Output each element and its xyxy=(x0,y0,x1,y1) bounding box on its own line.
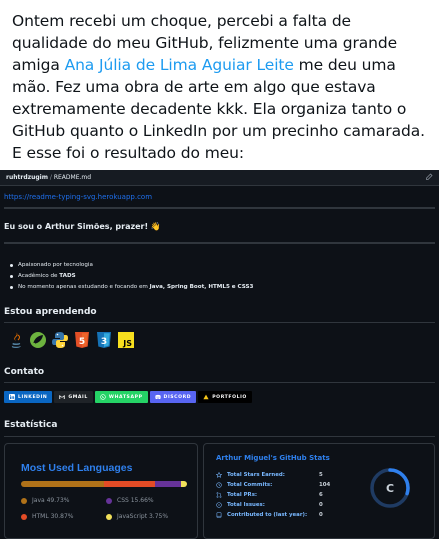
portfolio-icon xyxy=(203,394,209,400)
clock-icon xyxy=(216,482,222,488)
whatsapp-badge[interactable]: WHATSAPP xyxy=(94,391,148,403)
linkedin-icon xyxy=(9,394,15,400)
linkedin-label: LINKEDIN xyxy=(18,394,48,400)
portfolio-badge[interactable]: PORTFOLIO xyxy=(198,391,252,403)
discord-badge[interactable]: DISCORD xyxy=(149,391,197,403)
languages-card-title: Most Used Languages xyxy=(21,462,133,474)
language-item-javascript: JavaScript 3.75% xyxy=(106,513,191,520)
language-dot xyxy=(21,497,27,504)
stat-value: 5 xyxy=(319,472,323,478)
heading-contact-underline xyxy=(4,382,435,383)
stat-label: Contributed to (last year): xyxy=(227,512,308,518)
mention-link[interactable]: Ana Júlia de Lima Aguiar Leite xyxy=(65,56,294,74)
readme-screenshot: ruhtrdzugim / README.md https://readme-t… xyxy=(0,170,439,539)
github-stats-card: Arthur Miguel's GitHub Stats Total Stars… xyxy=(203,443,435,539)
github-stats-list: Total Stars Earned: 5 Total Commits: 104… xyxy=(216,470,330,520)
stat-row-contributed: Contributed to (last year): 0 xyxy=(216,510,330,520)
language-label: HTML 30.87% xyxy=(32,513,74,520)
stat-row-commits: Total Commits: 104 xyxy=(216,480,330,490)
stat-row-prs: Total PRs: 6 xyxy=(216,490,330,500)
about-item-text: Acadêmico de xyxy=(18,273,60,279)
post-text: Ontem recebi um choque, percebi a falta … xyxy=(12,10,427,164)
css3-icon: 3 xyxy=(95,331,113,349)
rank-letter: C xyxy=(386,482,394,495)
html5-icon: 5 xyxy=(73,331,91,349)
language-label: JavaScript 3.75% xyxy=(117,513,169,520)
svg-text:3: 3 xyxy=(101,337,107,347)
discord-icon xyxy=(154,394,161,400)
pull-request-icon xyxy=(216,492,222,498)
about-item-text: No momento apenas estudando e focando em xyxy=(18,284,150,290)
post-body: Ontem recebi um choque, percebi a falta … xyxy=(0,0,439,170)
stat-row-issues: Total Issues: 0 xyxy=(216,500,330,510)
language-bar-segment-java xyxy=(21,481,104,487)
tech-icons-row: 5 3 JS xyxy=(7,330,135,350)
python-icon xyxy=(51,331,69,349)
about-list: Apaixonado por tecnologia Acadêmico de T… xyxy=(10,260,253,293)
language-bar-segment-javascript xyxy=(180,481,187,487)
language-item-html: HTML 30.87% xyxy=(21,513,106,520)
language-dot xyxy=(21,513,27,520)
language-bar-segment-html xyxy=(103,481,155,487)
whatsapp-label: WHATSAPP xyxy=(108,394,143,400)
stat-value: 0 xyxy=(319,502,323,508)
gmail-label: GMAIL xyxy=(68,394,88,400)
about-item-bold: Java, Spring Boot, HTML5 e CSS3 xyxy=(149,284,254,290)
languages-progress-bar xyxy=(21,481,187,487)
language-dot xyxy=(106,513,112,520)
language-item-java: Java 49.73% xyxy=(21,497,106,504)
languages-legend: Java 49.73% CSS 15.66% HTML 30.87% JavaS… xyxy=(21,497,191,520)
heading-contact: Contato xyxy=(4,367,45,377)
discord-label: DISCORD xyxy=(163,394,192,400)
about-item-1: Apaixonado por tecnologia xyxy=(10,260,253,271)
intro-heading: Eu sou o Arthur Simões, prazer! 👋 xyxy=(4,222,161,231)
gmail-icon xyxy=(59,394,66,400)
breadcrumb-user[interactable]: ruhtrdzugim xyxy=(6,174,48,181)
about-item-3: No momento apenas estudando e focando em… xyxy=(10,282,253,293)
language-dot xyxy=(106,497,112,504)
stat-label: Total PRs: xyxy=(227,492,258,498)
heading-learning-underline xyxy=(4,322,435,323)
linkedin-badge[interactable]: LINKEDIN xyxy=(4,391,53,403)
github-stats-title: Arthur Miguel's GitHub Stats xyxy=(216,454,330,462)
breadcrumb-file: README.md xyxy=(53,174,92,181)
stat-label: Total Issues: xyxy=(227,502,265,508)
svg-text:JS: JS xyxy=(122,339,132,348)
spring-icon xyxy=(29,331,47,349)
stat-value: 6 xyxy=(319,492,323,498)
edit-pencil-icon[interactable] xyxy=(425,173,433,181)
portfolio-label: PORTFOLIO xyxy=(212,394,247,400)
language-label: Java 49.73% xyxy=(32,497,70,504)
java-icon xyxy=(7,331,25,349)
divider-top xyxy=(4,207,435,209)
about-item-2: Acadêmico de TADS xyxy=(10,271,253,282)
typing-svg-link[interactable]: https://readme-typing-svg.herokuapp.com xyxy=(4,193,152,201)
stat-row-stars: Total Stars Earned: 5 xyxy=(216,470,330,480)
issue-icon xyxy=(216,502,222,508)
stat-label: Total Commits: xyxy=(227,482,273,488)
contact-badges: LINKEDIN GMAIL WHATSAPP DISCORD PORTFOLI… xyxy=(4,391,252,403)
language-item-css: CSS 15.66% xyxy=(106,497,191,504)
heading-stats: Estatística xyxy=(4,420,58,430)
rank-circle: C xyxy=(370,468,410,508)
file-header: ruhtrdzugim / README.md xyxy=(0,170,439,186)
languages-card: Most Used Languages Java 49.73% CSS 15.6… xyxy=(4,443,198,539)
stat-value: 0 xyxy=(319,512,323,518)
javascript-icon: JS xyxy=(117,331,135,349)
gmail-badge[interactable]: GMAIL xyxy=(54,391,93,403)
whatsapp-icon xyxy=(100,394,106,400)
stat-value: 104 xyxy=(319,482,331,488)
language-bar-segment-css xyxy=(154,481,181,487)
heading-stats-underline xyxy=(4,436,435,437)
svg-text:5: 5 xyxy=(79,337,85,347)
heading-learning: Estou aprendendo xyxy=(4,307,97,317)
stat-label: Total Stars Earned: xyxy=(227,472,285,478)
language-label: CSS 15.66% xyxy=(117,497,154,504)
about-item-bold: TADS xyxy=(59,273,76,279)
repo-icon xyxy=(216,512,222,518)
about-item-text: Apaixonado por tecnologia xyxy=(18,262,93,268)
divider-intro xyxy=(4,242,435,244)
breadcrumb: ruhtrdzugim / README.md xyxy=(6,174,91,181)
star-icon xyxy=(216,472,222,478)
